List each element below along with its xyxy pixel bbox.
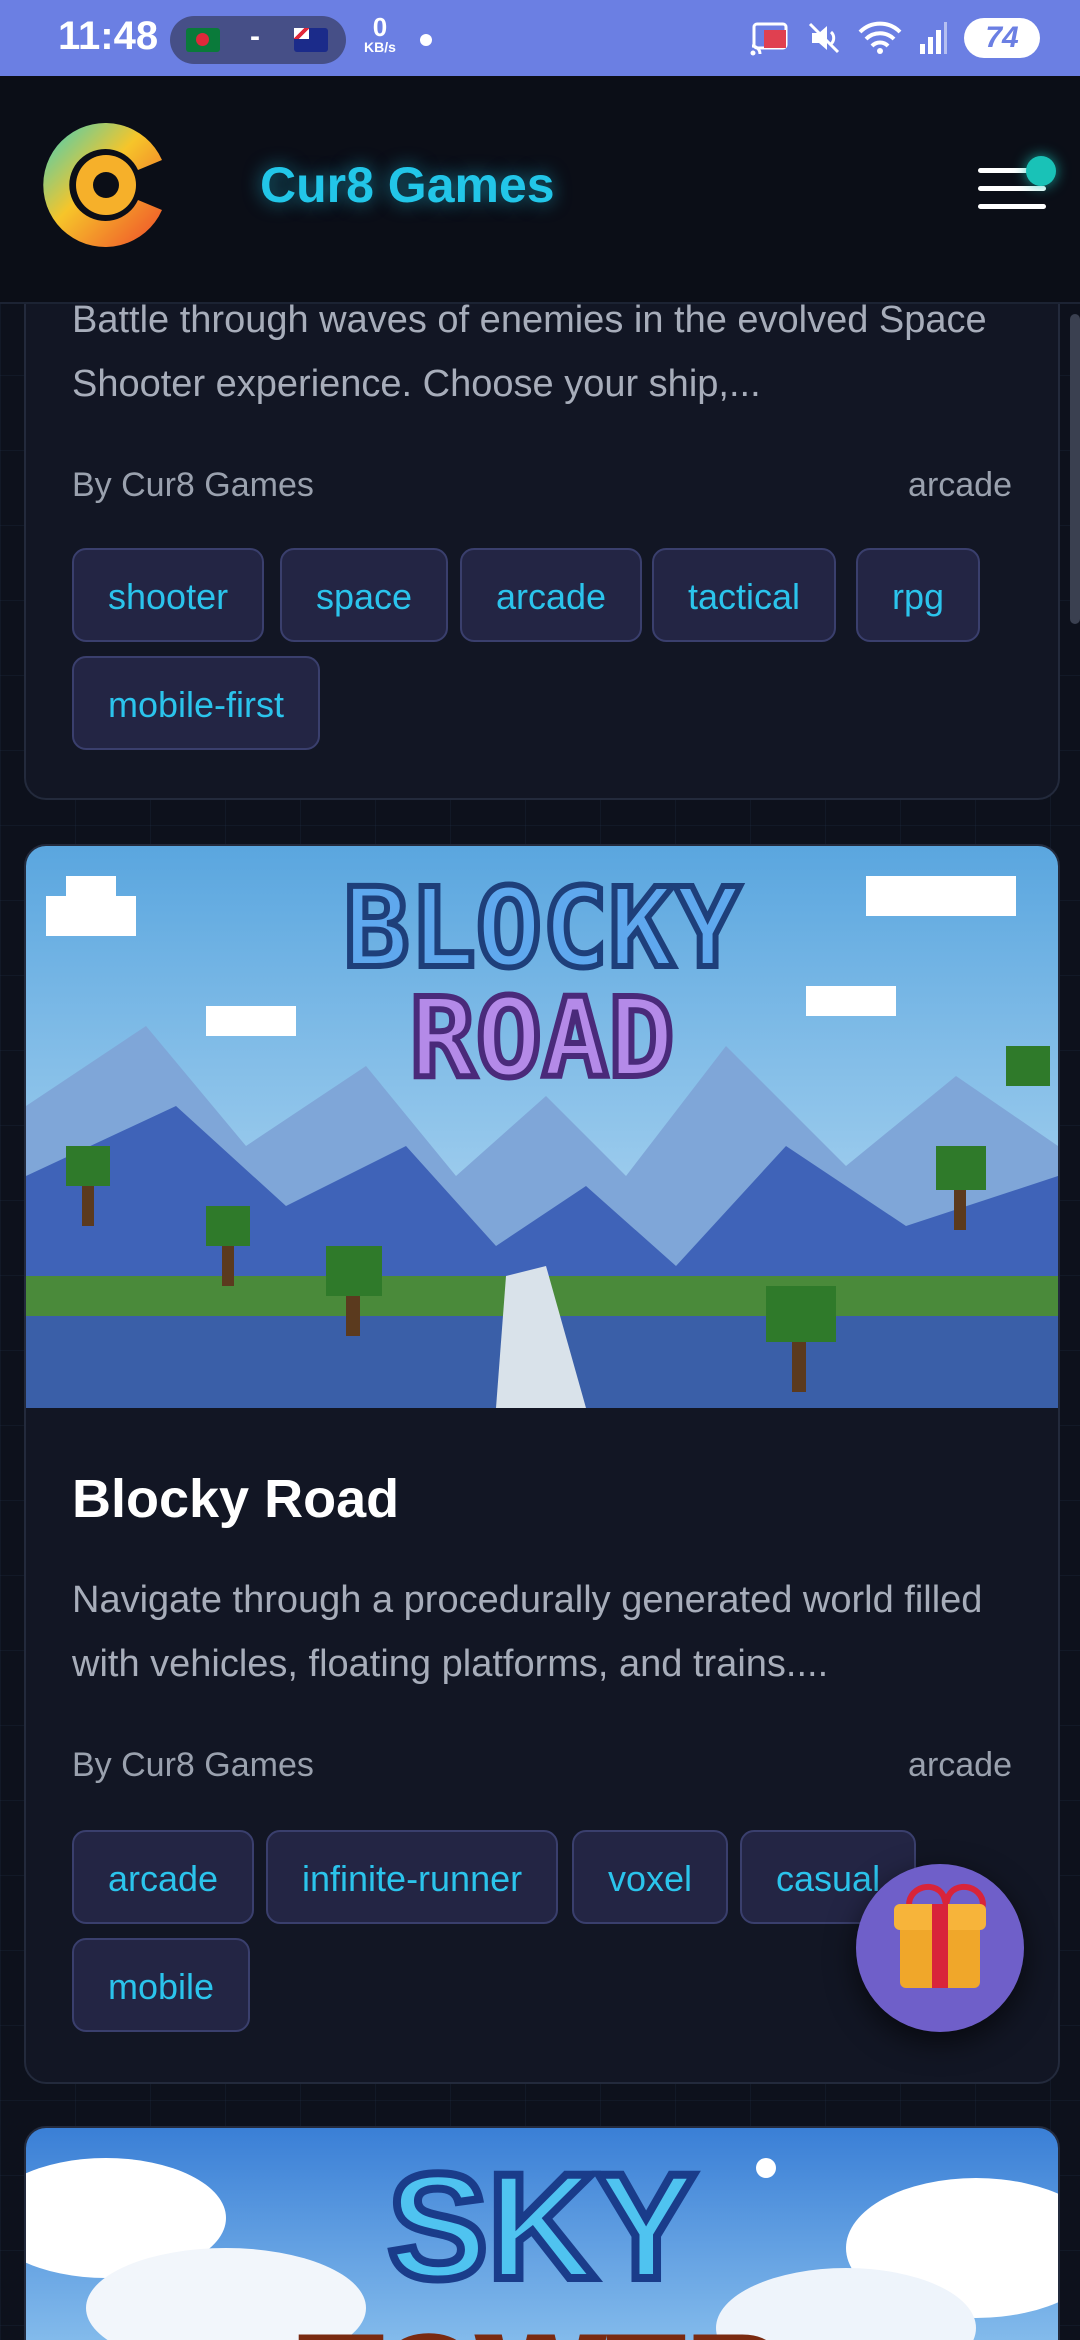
sky-tower-artwork: SKY TOWER — [26, 2128, 1058, 2340]
tag-chip[interactable]: voxel — [572, 1830, 729, 1924]
tag-chip[interactable]: mobile — [72, 1938, 251, 2032]
tag-chip[interactable]: shooter — [72, 548, 265, 642]
tag-chip[interactable]: arcade — [72, 1830, 255, 1924]
mute-icon — [806, 20, 842, 56]
menu-notification-dot — [1026, 156, 1056, 186]
tag-chip[interactable]: rpg — [856, 548, 981, 642]
wifi-icon — [858, 20, 902, 56]
net-speed: 0 KB/s — [358, 14, 402, 54]
artwork-title-line1: SKY — [388, 2142, 696, 2310]
artwork-title-line1: BLOCKY — [343, 864, 740, 992]
tag-chip[interactable]: space — [280, 548, 449, 642]
status-time: 11:48 — [58, 14, 159, 58]
app-header: Cur8 Games — [0, 76, 1080, 304]
game-card-sky-tower[interactable]: SKY TOWER — [24, 2126, 1060, 2340]
card-meta: By Cur8 Games arcade — [72, 466, 1012, 510]
battery-indicator: 74 — [964, 18, 1040, 58]
card-author: By Cur8 Games — [72, 466, 314, 504]
tag-chip[interactable]: tactical — [652, 548, 837, 642]
net-speed-value: 0 — [372, 12, 388, 42]
gift-ribbon — [932, 1904, 948, 1988]
australia-flag-icon — [294, 28, 328, 52]
cast-icon — [750, 20, 790, 56]
card-author: By Cur8 Games — [72, 1746, 314, 1784]
card-category: arcade — [908, 1746, 1012, 1784]
card-description: Navigate through a procedurally generate… — [72, 1579, 983, 1685]
game-thumbnail-sky-tower[interactable]: SKY TOWER — [26, 2128, 1058, 2340]
signal-icon — [918, 20, 948, 56]
notification-pill: - — [170, 16, 346, 64]
game-thumbnail-blocky-road[interactable]: BLOCKY ROAD — [26, 846, 1058, 1408]
cur8-logo[interactable] — [34, 110, 184, 260]
tag-chip[interactable]: arcade — [460, 548, 643, 642]
net-speed-unit: KB/s — [364, 39, 396, 55]
status-bar: 11:48 - 0 KB/s 74 — [0, 0, 1080, 76]
pill-separator: - — [250, 20, 260, 53]
menu-line-bottom — [978, 204, 1046, 209]
card-description: Battle through waves of enemies in the e… — [72, 299, 987, 405]
game-card-space-shooter[interactable]: Battle through waves of enemies in the e… — [24, 240, 1060, 800]
menu-button[interactable] — [974, 156, 1064, 234]
artwork-title-line2: TOWER — [301, 2310, 782, 2340]
notification-dot-icon — [420, 34, 432, 46]
card-meta: By Cur8 Games arcade — [72, 1746, 1012, 1790]
cur8-logo-icon — [43, 123, 162, 247]
gift-button[interactable] — [856, 1864, 1024, 2032]
card-title[interactable]: Blocky Road — [72, 1468, 399, 1530]
scrollbar-thumb[interactable] — [1070, 314, 1080, 624]
card-category: arcade — [908, 466, 1012, 504]
brand-title[interactable]: Cur8 Games — [260, 156, 555, 214]
menu-line-middle — [978, 186, 1046, 191]
blocky-road-artwork: BLOCKY ROAD — [26, 846, 1058, 1408]
artwork-title-line2: ROAD — [410, 974, 675, 1102]
bangladesh-flag-icon — [186, 28, 220, 52]
tag-chip[interactable]: mobile-first — [72, 656, 321, 750]
status-icons: 74 — [750, 16, 1040, 60]
tag-chip[interactable]: infinite-runner — [266, 1830, 559, 1924]
